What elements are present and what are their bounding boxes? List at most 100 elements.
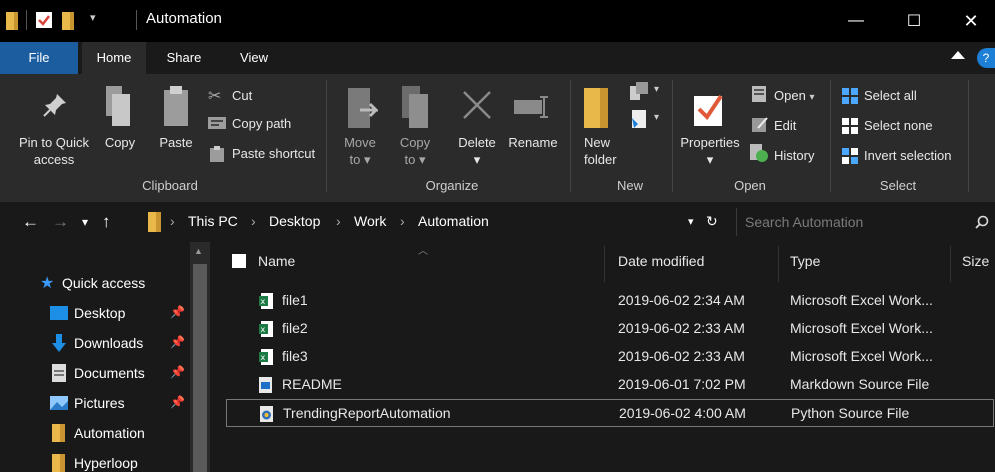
file-name: README — [282, 376, 342, 392]
file-date: 2019-06-02 2:34 AM — [618, 292, 745, 308]
properties-check-icon[interactable] — [36, 12, 52, 28]
history-label: History — [774, 148, 815, 163]
breadcrumb-separator[interactable]: › — [251, 213, 256, 229]
table-row[interactable]: README 2019-06-01 7:02 PM Markdown Sourc… — [226, 371, 994, 399]
column-separator[interactable] — [778, 246, 779, 282]
easy-access-dropdown-icon: ▾ — [654, 112, 660, 123]
column-header-name[interactable]: Name — [258, 253, 295, 269]
select-all-checkbox[interactable] — [232, 254, 246, 268]
open-label: Open ▾ — [774, 88, 815, 103]
pin-icon[interactable]: 📌 — [170, 305, 185, 319]
nav-item-label: Pictures — [74, 395, 125, 411]
open-group-label: Open — [734, 178, 766, 193]
nav-item-label: Hyperloop — [74, 455, 138, 471]
back-arrow-icon[interactable]: ← — [22, 212, 39, 232]
file-type: Microsoft Excel Work... — [790, 320, 933, 336]
column-separator[interactable] — [604, 246, 605, 282]
breadcrumb-desktop[interactable]: Desktop — [269, 213, 320, 229]
tab-file[interactable]: File — [0, 42, 78, 74]
breadcrumb-separator[interactable]: › — [170, 213, 175, 229]
paste-icon — [164, 86, 188, 126]
column-header-date[interactable]: Date modified — [618, 253, 704, 269]
copy-to-icon — [402, 86, 428, 128]
nav-item-label: Automation — [74, 425, 145, 441]
table-row[interactable]: x file1 2019-06-02 2:34 AM Microsoft Exc… — [226, 287, 994, 315]
pin-label-line1: Pin to Quick — [18, 135, 90, 150]
pin-icon[interactable]: 📌 — [170, 335, 185, 349]
help-icon[interactable]: ? — [977, 48, 995, 68]
history-icon — [750, 144, 768, 162]
scroll-up-icon[interactable]: ▲ — [194, 246, 203, 256]
breadcrumb-automation[interactable]: Automation — [418, 213, 489, 229]
folder-icon — [52, 454, 65, 472]
paste-label: Paste — [159, 135, 193, 150]
up-arrow-icon[interactable]: ↑ — [102, 212, 111, 232]
table-row[interactable]: x file2 2019-06-02 2:33 AM Microsoft Exc… — [226, 315, 994, 343]
navigation-pane: ★ Quick access Desktop 📌 Downloads 📌 Doc… — [0, 242, 210, 472]
breadcrumb-this-pc[interactable]: This PC — [188, 213, 238, 229]
properties-label: Properties — [680, 135, 740, 150]
tab-share[interactable]: Share — [152, 42, 216, 74]
new-folder-label-line2: folder — [584, 152, 617, 167]
copy-to-label-line1: Copy — [399, 135, 431, 150]
pin-icon[interactable]: 📌 — [170, 365, 185, 379]
column-separator[interactable] — [950, 246, 951, 282]
select-all-label: Select all — [864, 88, 917, 103]
breadcrumb-separator[interactable]: › — [336, 213, 341, 229]
properties-dropdown-icon[interactable]: ▾ — [676, 151, 744, 168]
svg-text:x: x — [261, 353, 266, 362]
table-row-selected[interactable]: TrendingReportAutomation 2019-06-02 4:00… — [226, 399, 994, 427]
minimize-button[interactable]: — — [828, 0, 884, 42]
copy-path-icon — [208, 117, 226, 129]
nav-scrollbar[interactable]: ▲ — [190, 242, 210, 472]
address-bar: ← → ▾ ↑ › This PC › Desktop › Work › Aut… — [0, 202, 995, 242]
nav-item-label: Quick access — [62, 275, 146, 291]
tab-view[interactable]: View — [226, 42, 282, 74]
address-path[interactable]: › This PC › Desktop › Work › Automation … — [144, 208, 729, 236]
close-button[interactable]: ✕ — [943, 0, 995, 42]
properties-check-icon — [694, 94, 723, 126]
excel-file-icon: x — [259, 349, 273, 365]
tab-home[interactable]: Home — [82, 42, 146, 74]
scissors-icon: ✂ — [208, 88, 222, 105]
nav-item-label: Desktop — [74, 305, 126, 321]
excel-file-icon: x — [259, 321, 273, 337]
collapse-ribbon-icon[interactable] — [951, 51, 965, 59]
pin-icon[interactable]: 📌 — [170, 395, 185, 409]
maximize-button[interactable]: ☐ — [886, 0, 942, 42]
refresh-icon[interactable]: ↻ — [706, 213, 718, 230]
breadcrumb-work[interactable]: Work — [354, 213, 386, 229]
file-date: 2019-06-02 2:33 AM — [618, 320, 745, 336]
scroll-thumb[interactable] — [193, 264, 207, 472]
nav-item-label: Documents — [74, 365, 145, 381]
window-title: Automation — [146, 10, 222, 27]
forward-arrow-icon[interactable]: → — [52, 212, 69, 232]
open-icon — [752, 86, 766, 102]
customize-quick-access-dropdown-icon[interactable]: ▾ — [90, 11, 96, 24]
group-separator — [570, 80, 571, 192]
ribbon: Pin to Quick access Copy Paste ✂ Cut Cop… — [0, 74, 995, 202]
delete-dropdown-icon[interactable]: ▾ — [454, 151, 500, 168]
pin-label-line2: access — [33, 152, 75, 167]
folder-icon[interactable] — [6, 12, 20, 30]
new-folder-icon[interactable] — [62, 12, 76, 30]
delete-label: Delete — [458, 135, 496, 150]
python-file-icon — [260, 406, 273, 422]
folder-icon — [148, 212, 161, 232]
column-header-type[interactable]: Type — [790, 253, 820, 269]
column-header-size[interactable]: Size — [962, 253, 989, 269]
select-group-label: Select — [879, 178, 917, 193]
table-row[interactable]: x file3 2019-06-02 2:33 AM Microsoft Exc… — [226, 343, 994, 371]
search-input[interactable]: Search Automation — [736, 208, 995, 236]
file-list: ︿ Name Date modified Type Size x file1 2… — [210, 242, 995, 472]
recent-locations-chevron-icon[interactable]: ▾ — [82, 215, 88, 229]
breadcrumb-separator[interactable]: › — [400, 213, 405, 229]
file-name: file1 — [282, 292, 308, 308]
nav-item-label: Downloads — [74, 335, 144, 351]
select-none-icon — [842, 118, 858, 134]
copy-to-label-line2: to ▾ — [404, 152, 426, 167]
group-separator — [672, 80, 673, 192]
rename-label: Rename — [508, 135, 558, 150]
address-history-chevron-icon[interactable]: ▾ — [688, 215, 694, 228]
sort-caret-icon: ︿ — [418, 246, 428, 257]
